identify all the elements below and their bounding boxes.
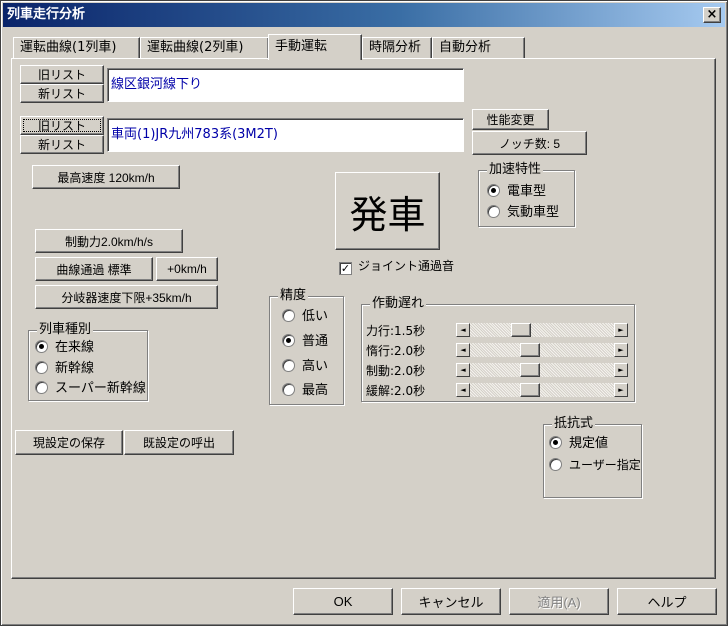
slider-thumb[interactable] (520, 383, 540, 397)
delay-row-label: 制動:2.0秒 (366, 364, 426, 378)
precision-option-normal[interactable]: 普通 (282, 333, 328, 351)
coast-delay-slider[interactable]: ◄ ► (456, 343, 628, 357)
tab-headway-analysis[interactable]: 時隔分析 (362, 37, 432, 59)
resistance-option-label: ユーザー指定 (569, 458, 641, 472)
precision-title: 精度 (278, 288, 309, 304)
tab-run-curve-1[interactable]: 運転曲線(1列車) (13, 37, 140, 59)
depart-button[interactable]: 発車 (335, 172, 440, 250)
slider-right-arrow-icon[interactable]: ► (614, 363, 628, 377)
precision-option-max[interactable]: 最高 (282, 382, 328, 400)
check-icon: ✓ (339, 262, 352, 275)
resistance-option-default[interactable]: 規定値 (549, 435, 608, 453)
release-delay-slider[interactable]: ◄ ► (456, 383, 628, 397)
title-bar: 列車走行分析 × (3, 3, 725, 27)
ok-button[interactable]: OK (293, 588, 393, 615)
radio-icon (487, 205, 500, 218)
radio-icon (282, 309, 295, 322)
delay-group: 作動遅れ 力行:1.5秒 ◄ ► 惰行:2.0秒 ◄ ► 制動:2.0秒 ◄ ►… (361, 296, 635, 402)
tab-run-curve-2[interactable]: 運転曲線(2列車) (140, 37, 269, 59)
cancel-button[interactable]: キャンセル (401, 588, 501, 615)
accel-option-diesel[interactable]: 気動車型 (487, 204, 559, 222)
slider-thumb[interactable] (511, 323, 531, 337)
close-icon[interactable]: × (703, 7, 721, 23)
radio-icon (282, 359, 295, 372)
slider-right-arrow-icon[interactable]: ► (614, 383, 628, 397)
resistance-option-user[interactable]: ユーザー指定 (549, 456, 641, 474)
resistance-option-label: 規定値 (569, 436, 609, 451)
max-speed-button[interactable]: 最高速度 120km/h (32, 165, 180, 189)
train-type-option-super-shinkansen[interactable]: スーパー新幹線 (35, 380, 146, 398)
help-button[interactable]: ヘルプ (617, 588, 717, 615)
apply-button[interactable]: 適用(A) (509, 588, 609, 615)
radio-icon (549, 458, 562, 471)
train-type-option-shinkansen[interactable]: 新幹線 (35, 360, 94, 378)
route-new-list-button[interactable]: 新リスト (20, 84, 104, 103)
brake-force-button[interactable]: 制動力2.0km/h/s (35, 229, 183, 253)
delay-row-label: 緩解:2.0秒 (366, 384, 426, 398)
joint-sound-checkbox[interactable]: ✓ ジョイント通過音 (339, 257, 454, 275)
precision-option-label: 最高 (302, 383, 329, 398)
vehicle-old-list-button[interactable]: 旧リスト (20, 116, 104, 135)
precision-option-label: 低い (302, 309, 329, 324)
save-settings-button[interactable]: 現設定の保存 (15, 430, 123, 455)
slider-left-arrow-icon[interactable]: ◄ (456, 323, 470, 337)
radio-icon (282, 334, 295, 347)
radio-icon (549, 436, 562, 449)
brake-delay-slider[interactable]: ◄ ► (456, 363, 628, 377)
precision-option-high[interactable]: 高い (282, 358, 328, 376)
window-title: 列車走行分析 (7, 7, 86, 22)
slider-thumb[interactable] (520, 343, 540, 357)
load-settings-button[interactable]: 既設定の呼出 (124, 430, 234, 455)
accel-title: 加速特性 (487, 162, 544, 178)
delay-row-label: 惰行:2.0秒 (366, 344, 426, 358)
resistance-title: 抵抗式 (552, 416, 596, 432)
performance-change-button[interactable]: 性能変更 (472, 109, 549, 130)
joint-sound-label: ジョイント通過音 (358, 259, 455, 273)
slider-left-arrow-icon[interactable]: ◄ (456, 363, 470, 377)
precision-option-label: 普通 (302, 334, 329, 349)
accel-option-label: 電車型 (507, 184, 547, 199)
route-field[interactable]: 線区銀河線下り (107, 68, 464, 102)
accel-option-label: 気動車型 (507, 205, 560, 220)
tab-manual-run[interactable]: 手動運転 (268, 34, 362, 60)
curve-pass-button[interactable]: 曲線通過 標準 (35, 257, 153, 281)
radio-icon (487, 184, 500, 197)
tab-auto-analysis[interactable]: 自動分析 (432, 37, 525, 59)
power-delay-slider[interactable]: ◄ ► (456, 323, 628, 337)
radio-icon (35, 340, 48, 353)
accel-group: 加速特性 電車型 気動車型 (478, 162, 575, 227)
train-type-title: 列車種別 (37, 322, 94, 338)
slider-left-arrow-icon[interactable]: ◄ (456, 383, 470, 397)
radio-icon (35, 361, 48, 374)
precision-option-low[interactable]: 低い (282, 308, 328, 326)
turnout-speed-button[interactable]: 分岐器速度下限+35km/h (35, 285, 218, 309)
precision-option-label: 高い (302, 359, 329, 374)
train-type-option-conventional[interactable]: 在来線 (35, 339, 94, 357)
slider-right-arrow-icon[interactable]: ► (614, 323, 628, 337)
vehicle-new-list-button[interactable]: 新リスト (20, 135, 104, 154)
slider-right-arrow-icon[interactable]: ► (614, 343, 628, 357)
slider-left-arrow-icon[interactable]: ◄ (456, 343, 470, 357)
resistance-group: 抵抗式 規定値 ユーザー指定 (543, 416, 642, 498)
train-type-option-label: 在来線 (55, 340, 95, 355)
curve-plus-button[interactable]: +0km/h (156, 257, 218, 281)
radio-icon (282, 383, 295, 396)
precision-group: 精度 低い 普通 高い 最高 (269, 288, 344, 405)
delay-title: 作動遅れ (370, 296, 427, 312)
train-type-option-label: 新幹線 (55, 361, 95, 376)
train-type-option-label: スーパー新幹線 (55, 381, 146, 396)
train-type-group: 列車種別 在来線 新幹線 スーパー新幹線 (28, 322, 148, 401)
slider-thumb[interactable] (520, 363, 540, 377)
route-old-list-button[interactable]: 旧リスト (20, 65, 104, 84)
vehicle-field[interactable]: 車両(1)JR九州783系(3M2T) (107, 118, 464, 152)
delay-row-label: 力行:1.5秒 (366, 324, 426, 338)
notch-count-button[interactable]: ノッチ数: 5 (472, 131, 587, 155)
radio-icon (35, 381, 48, 394)
accel-option-electric[interactable]: 電車型 (487, 183, 546, 201)
